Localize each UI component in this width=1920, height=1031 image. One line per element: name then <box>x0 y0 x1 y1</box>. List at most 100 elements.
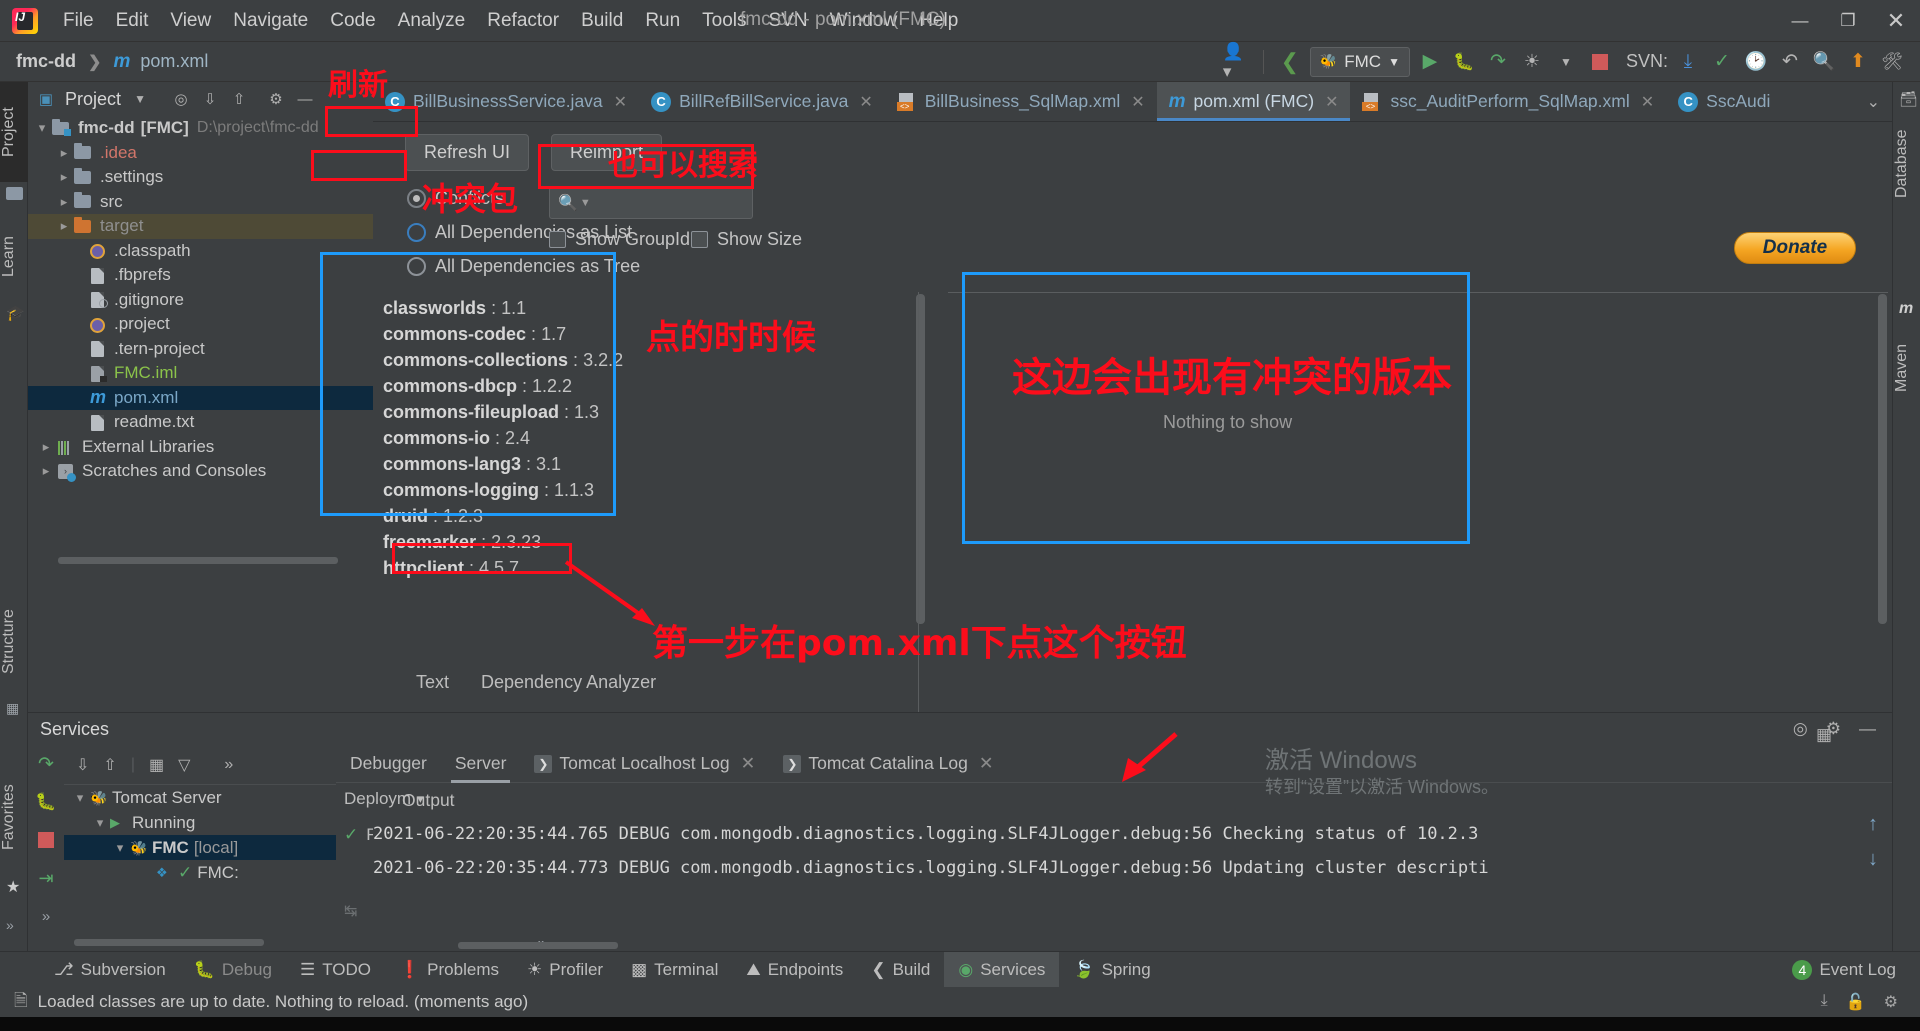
chevron-right-icon[interactable]: ▸ <box>54 194 74 210</box>
group-icon[interactable]: ▦ <box>149 755 164 775</box>
sidebar-item-learn[interactable]: Learn <box>0 217 28 297</box>
coverage-icon[interactable]: ☀ <box>1518 48 1546 76</box>
editor-tab-pom-xml[interactable]: m pom.xml (FMC) ✕ <box>1156 82 1351 121</box>
tab-dependency-analyzer[interactable]: Dependency Analyzer <box>465 666 672 699</box>
services-tree-item-fmc-artifact[interactable]: ❖ ✓ FMC: <box>64 860 336 885</box>
checkbox-show-size[interactable]: Show Size <box>691 229 802 250</box>
sidebar-item-database[interactable]: Database <box>1893 114 1920 214</box>
close-icon[interactable]: ✕ <box>979 753 994 774</box>
maximize-button[interactable]: ❐ <box>1824 0 1872 42</box>
detail-scrollbar[interactable] <box>1878 294 1887 624</box>
console-output[interactable]: 2021-06-22:20:35:44.765 DEBUG com.mongod… <box>373 817 1832 941</box>
bottom-item-profiler[interactable]: ☀ Profiler <box>513 952 617 988</box>
rerun-icon[interactable]: ↷ <box>28 745 64 783</box>
chevron-down-icon[interactable]: ▾ <box>70 790 90 806</box>
tab-server[interactable]: Server <box>441 745 521 783</box>
chevron-right-icon[interactable]: ▸ <box>54 218 74 234</box>
scroll-up-button[interactable]: ↑ <box>1868 813 1878 836</box>
svn-update-icon[interactable]: ⤓ <box>1674 48 1702 76</box>
tree-item-src[interactable]: ▸ src <box>28 190 373 215</box>
gear-icon[interactable]: ⚙ <box>266 89 286 109</box>
tab-tomcat-catalina-log[interactable]: ❯ Tomcat Catalina Log ✕ <box>769 745 1007 782</box>
more-icon[interactable]: » <box>224 756 233 774</box>
editor-tab-billbusiness-sqlmap[interactable]: <> BillBusiness_SqlMap.xml ✕ <box>885 82 1157 121</box>
stop-icon[interactable] <box>28 821 64 859</box>
update-icon[interactable]: ⬆ <box>1844 48 1872 76</box>
filter-icon[interactable]: ▽ <box>178 755 190 775</box>
bottom-item-debug[interactable]: 🐛 Debug <box>180 952 286 988</box>
tree-item-target[interactable]: ▸ target <box>28 214 373 239</box>
more-icon[interactable]: » <box>6 917 23 934</box>
close-icon[interactable]: ✕ <box>859 92 872 112</box>
menu-run[interactable]: Run <box>634 6 691 36</box>
sidebar-item-maven[interactable]: Maven <box>1893 328 1920 408</box>
chevron-down-icon[interactable]: ▾ <box>110 840 130 856</box>
chevron-down-icon[interactable]: ▾ <box>90 815 110 831</box>
locate-icon[interactable]: ◎ <box>171 89 191 109</box>
services-tree-scrollbar[interactable] <box>74 939 264 946</box>
search-icon[interactable]: 🔍 <box>1810 48 1838 76</box>
editor-tab-billrefbillservice[interactable]: C BillRefBillService.java ✕ <box>639 82 885 121</box>
back-arrow-icon[interactable]: ❮ <box>1276 48 1304 76</box>
editor-tab-ssc-auditperform-sqlmap[interactable]: <> ssc_AuditPerform_SqlMap.xml ✕ <box>1350 82 1666 121</box>
close-icon[interactable]: ✕ <box>614 92 627 112</box>
editor-tab-sscaudi[interactable]: C SscAudi <box>1666 82 1782 121</box>
collapse-all-icon[interactable]: ⇧ <box>229 89 249 109</box>
close-icon[interactable]: ✕ <box>741 753 756 774</box>
menu-navigate[interactable]: Navigate <box>222 6 319 36</box>
sidebar-item-structure[interactable]: Structure <box>0 592 28 692</box>
tree-item-fmc-dd[interactable]: ▾ fmc-dd [FMC] D:\project\fmc-dd <box>28 116 373 141</box>
minimize-button[interactable]: — <box>1776 0 1824 42</box>
breadcrumb-file[interactable]: pom.xml <box>140 51 208 71</box>
bottom-item-terminal[interactable]: ▩ Terminal <box>617 952 732 988</box>
close-button[interactable]: ✕ <box>1872 0 1920 42</box>
debug-icon[interactable]: 🐛 <box>28 783 64 821</box>
services-tree-item-running[interactable]: ▾ ▶ Running <box>64 810 336 835</box>
plugins-icon[interactable]: 🛠 <box>1878 48 1906 76</box>
bottom-item-services[interactable]: ◉ Services <box>944 951 1060 988</box>
close-icon[interactable]: ✕ <box>1641 92 1654 112</box>
close-icon[interactable]: ✕ <box>1325 92 1338 112</box>
minimize-icon[interactable]: — <box>1859 719 1876 739</box>
event-log-button[interactable]: 4 Event Log <box>1778 952 1920 988</box>
tab-text[interactable]: Text <box>400 666 465 699</box>
lock-icon[interactable]: 🔓 <box>1846 992 1866 1012</box>
bottom-item-problems[interactable]: ❗ Problems <box>385 952 513 988</box>
expand-all-icon[interactable]: ⇩ <box>200 89 220 109</box>
checkbox-show-groupid[interactable]: Show GroupId <box>549 229 690 250</box>
menu-code[interactable]: Code <box>319 6 386 36</box>
editor-tabs-overflow-chevron[interactable]: ⌄ <box>1855 82 1892 121</box>
sidebar-item-project[interactable]: Project <box>0 82 28 182</box>
chevron-right-icon[interactable]: ▸ <box>54 169 74 185</box>
bottom-item-spring[interactable]: 🍃 Spring <box>1059 952 1164 988</box>
services-tree-item-fmc-local[interactable]: ▾ 🐝 FMC [local] <box>64 835 336 860</box>
layout-icon[interactable]: ▦ <box>1816 725 1832 745</box>
chevron-right-icon[interactable]: ▸ <box>36 463 56 479</box>
history-icon[interactable]: 🕑 <box>1742 48 1770 76</box>
donate-button[interactable]: Donate <box>1734 232 1856 264</box>
settings-icon[interactable]: ⚙ <box>1884 992 1898 1012</box>
user-icon[interactable]: 👤▾ <box>1223 42 1251 81</box>
close-icon[interactable]: ✕ <box>1131 92 1144 112</box>
run-configuration-selector[interactable]: 🐝 FMC ▼ <box>1309 46 1410 77</box>
tab-tomcat-localhost-log[interactable]: ❯ Tomcat Localhost Log ✕ <box>520 745 769 782</box>
tab-debugger[interactable]: Debugger <box>336 745 441 782</box>
svn-commit-icon[interactable]: ✓ <box>1708 48 1736 76</box>
services-tree-item-tomcat-server[interactable]: ▾ 🐝 Tomcat Server <box>64 785 336 810</box>
project-horizontal-scrollbar[interactable] <box>58 557 338 564</box>
menu-analyze[interactable]: Analyze <box>387 6 477 36</box>
bottom-item-todo[interactable]: ☰ TODO <box>286 952 385 988</box>
chevron-right-icon[interactable]: ▸ <box>36 439 56 455</box>
chevron-down-icon[interactable]: ▾ <box>32 120 52 136</box>
run-icon[interactable]: ▶ <box>1416 48 1444 76</box>
search-input[interactable]: 🔍 ▼ <box>549 187 753 219</box>
sidebar-item-favorites[interactable]: Favorites <box>0 762 28 872</box>
target-icon[interactable]: ◎ <box>1793 719 1808 739</box>
scroll-down-button[interactable]: ↓ <box>1868 848 1878 871</box>
deployment-selector[interactable]: Deploym ▾ <box>336 783 446 815</box>
chevron-down-icon[interactable]: ▼ <box>1552 48 1580 76</box>
rerun-icon[interactable]: ↷ <box>1484 48 1512 76</box>
menu-view[interactable]: View <box>159 6 222 36</box>
bottom-item-subversion[interactable]: ⎇ Subversion <box>40 952 180 988</box>
expand-all-icon[interactable]: ⇩ <box>76 755 89 775</box>
